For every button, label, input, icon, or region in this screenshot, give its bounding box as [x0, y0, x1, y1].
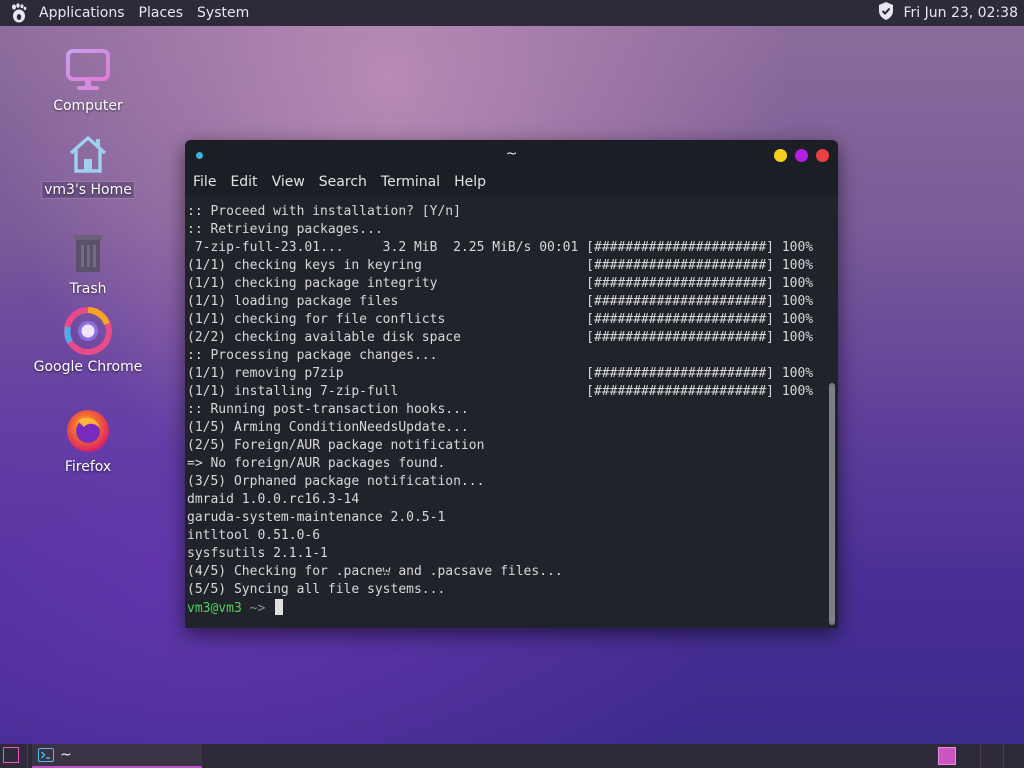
desktop-icon-label: vm3's Home	[41, 181, 135, 199]
terminal-line: sysfsutils 2.1.1-1	[187, 546, 328, 561]
home-icon	[64, 130, 112, 178]
terminal-line: 7-zip-full-23.01... 3.2 MiB 2.25 MiB/s 0…	[187, 240, 814, 255]
menu-view[interactable]: View	[265, 170, 312, 195]
desktop-icon-label: Computer	[53, 98, 123, 114]
menu-applications[interactable]: Applications	[32, 0, 132, 26]
terminal-line: :: Running post-transaction hooks...	[187, 402, 469, 417]
terminal-line: garuda-system-maintenance 2.0.5-1	[187, 510, 446, 525]
desktop-icon-trash[interactable]: Trash	[33, 229, 143, 297]
prompt-arrow: ~>	[241, 601, 274, 616]
terminal-line: (2/2) checking available disk space [###…	[187, 330, 814, 345]
workspace-1-button[interactable]	[938, 747, 956, 765]
terminal-icon	[38, 748, 54, 762]
workspace-separator	[980, 744, 981, 768]
menu-search[interactable]: Search	[312, 170, 374, 195]
shield-icon[interactable]	[877, 1, 895, 25]
minimize-button[interactable]	[774, 149, 787, 162]
panel-separator	[27, 744, 28, 768]
terminal-line: (1/1) checking for file conflicts [#####…	[187, 312, 814, 327]
maximize-button[interactable]	[795, 149, 808, 162]
terminal-line: (2/5) Foreign/AUR package notification	[187, 438, 485, 453]
bottom-panel: ~	[0, 744, 1024, 768]
menu-help[interactable]: Help	[447, 170, 493, 195]
desktop-icon-home[interactable]: vm3's Home	[33, 130, 143, 199]
show-desktop-button[interactable]	[3, 747, 19, 763]
gnome-foot-icon[interactable]	[8, 2, 30, 24]
clock[interactable]: Fri Jun 23, 02:38	[903, 5, 1018, 21]
menu-file[interactable]: File	[185, 170, 223, 195]
panel-tray: Fri Jun 23, 02:38	[877, 0, 1018, 26]
terminal-line: intltool 0.51.0-6	[187, 528, 321, 543]
desktop-icon-label: Trash	[69, 281, 107, 297]
terminal-line: (4/5) Checking for .pacnew and .pacsave …	[187, 564, 563, 579]
terminal-line: (1/1) loading package files [###########…	[187, 294, 814, 309]
mouse-ibeam-cursor-icon	[380, 556, 390, 574]
text-cursor	[275, 599, 284, 615]
trash-icon	[64, 229, 112, 277]
chrome-icon	[64, 307, 112, 355]
terminal-line: :: Processing package changes...	[187, 348, 438, 363]
terminal-line: (3/5) Orphaned package notification...	[187, 474, 485, 489]
taskbar-item-terminal[interactable]: ~	[32, 744, 202, 768]
taskbar-item-label: ~	[60, 747, 72, 763]
terminal-line: (1/1) removing p7zip [##################…	[187, 366, 814, 381]
desktop-icon-label: Firefox	[64, 459, 112, 475]
terminal-line: (5/5) Syncing all file systems...	[187, 582, 446, 597]
terminal-line: :: Retrieving packages...	[187, 222, 383, 237]
prompt-user: vm3@vm3	[187, 601, 242, 616]
menu-edit[interactable]: Edit	[223, 170, 264, 195]
desktop-icon-chrome[interactable]: Google Chrome	[33, 307, 143, 375]
terminal-line: dmraid 1.0.0.rc16.3-14	[187, 492, 360, 507]
desktop-icon-firefox[interactable]: Firefox	[33, 407, 143, 475]
workspace-separator	[1003, 744, 1004, 768]
desktop-icon-computer[interactable]: Computer	[33, 46, 143, 114]
prompt-line[interactable]: vm3@vm3 ~>	[185, 599, 827, 617]
firefox-icon	[64, 407, 112, 455]
terminal-scrollbar[interactable]	[829, 383, 835, 625]
menu-places[interactable]: Places	[132, 0, 191, 26]
window-titlebar[interactable]: ~	[185, 140, 838, 170]
window-title: ~	[505, 146, 518, 162]
terminal-line: :: Proceed with installation? [Y/n]	[187, 204, 461, 219]
terminal-line: (1/5) Arming ConditionNeedsUpdate...	[187, 420, 469, 435]
terminal-line: (1/1) checking package integrity [######…	[187, 276, 814, 291]
top-panel: Applications Places System Fri Jun 23, 0…	[0, 0, 1024, 26]
desktop-icon-label: Google Chrome	[33, 359, 143, 375]
menu-terminal[interactable]: Terminal	[374, 170, 447, 195]
terminal-menubar: File Edit View Search Terminal Help	[185, 170, 838, 195]
computer-icon	[64, 46, 112, 94]
terminal-line: => No foreign/AUR packages found.	[187, 456, 446, 471]
menu-system[interactable]: System	[190, 0, 256, 26]
close-button[interactable]	[816, 149, 829, 162]
terminal-line: (1/1) checking keys in keyring [########…	[187, 258, 814, 273]
terminal-line: (1/1) installing 7-zip-full [###########…	[187, 384, 814, 399]
terminal-window[interactable]: ~ File Edit View Search Terminal Help ::…	[185, 140, 838, 628]
terminal-output[interactable]: :: Proceed with installation? [Y/n] :: R…	[185, 203, 827, 628]
